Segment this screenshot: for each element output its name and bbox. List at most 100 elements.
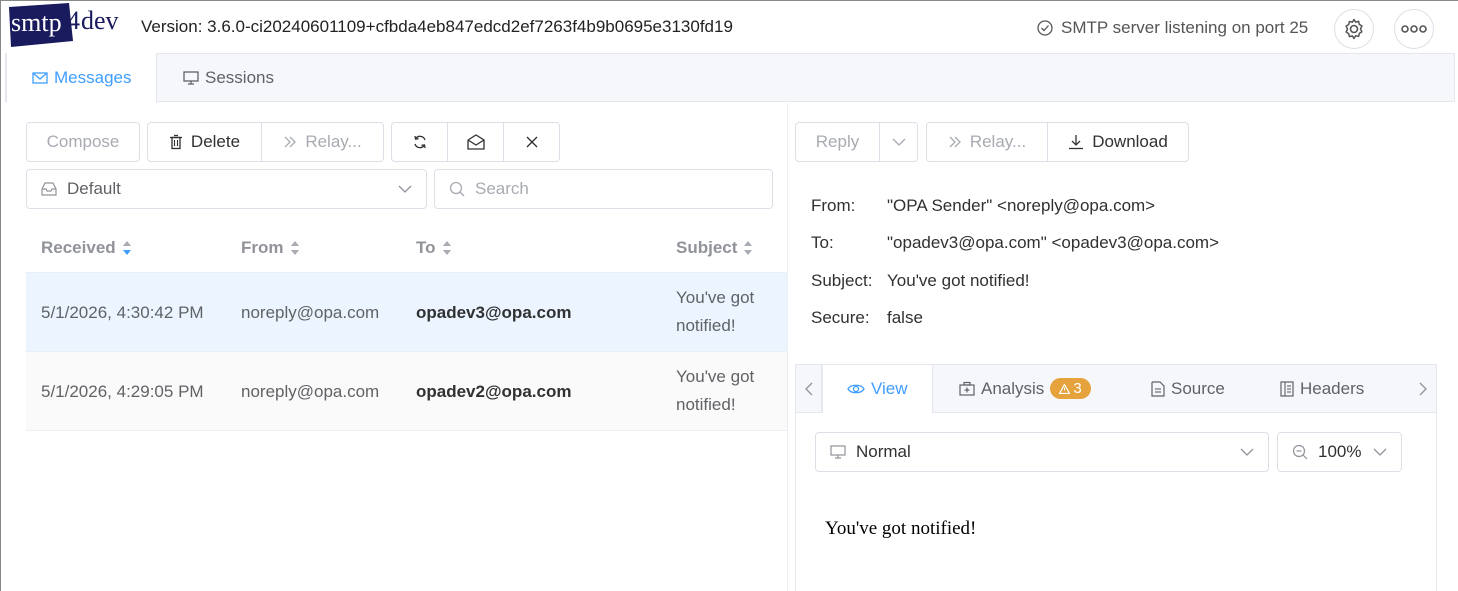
open-envelope-icon xyxy=(466,134,485,150)
column-to[interactable]: To xyxy=(416,238,452,258)
app-header: smtp 4 dev Version: 3.6.0-ci20240601109+… xyxy=(1,1,1458,53)
view-mode-select[interactable]: Normal xyxy=(815,432,1269,472)
from-value: "OPA Sender" <noreply@opa.com> xyxy=(887,196,1156,215)
trash-icon xyxy=(169,134,183,150)
tab-sessions[interactable]: Sessions xyxy=(158,53,299,102)
check-circle-icon xyxy=(1037,20,1053,36)
main-tabs: Messages Sessions xyxy=(5,53,1455,103)
view-mode-value: Normal xyxy=(856,442,911,461)
row-received: 5/1/2026, 4:30:42 PM xyxy=(41,303,204,322)
list-document-icon xyxy=(1280,380,1294,397)
table-header: Received From To Subject xyxy=(26,228,788,273)
download-icon xyxy=(1068,134,1084,150)
column-subject-label: Subject xyxy=(676,238,738,257)
download-button[interactable]: Download xyxy=(1047,122,1189,162)
subject-value: You've got notified! xyxy=(887,271,1030,290)
svg-text:dev: dev xyxy=(81,6,119,35)
from-label: From: xyxy=(811,196,856,215)
tabs-scroll-left-button[interactable] xyxy=(796,365,822,412)
server-status-text: SMTP server listening on port 25 xyxy=(1061,18,1309,37)
sort-icon xyxy=(743,240,753,256)
tab-analysis-label: Analysis xyxy=(981,378,1045,398)
row-from: noreply@opa.com xyxy=(241,382,380,401)
chevron-down-icon xyxy=(1240,448,1254,456)
column-subject[interactable]: Subject xyxy=(676,238,753,258)
relay-button[interactable]: Relay... xyxy=(261,122,384,162)
secure-value: false xyxy=(887,308,923,327)
mark-read-button[interactable] xyxy=(447,122,504,162)
column-from[interactable]: From xyxy=(241,238,300,258)
eye-icon xyxy=(847,383,865,395)
version-text: Version: 3.6.0-ci20240601109+cfbda4eb847… xyxy=(141,17,733,36)
mailbox-select[interactable]: Default xyxy=(26,169,427,209)
message-relay-label: Relay... xyxy=(969,132,1027,151)
reply-button[interactable]: Reply xyxy=(795,122,880,162)
settings-button[interactable] xyxy=(1334,9,1374,49)
compose-button[interactable]: Compose xyxy=(26,122,140,162)
tab-source-label: Source xyxy=(1171,378,1225,398)
message-relay-button[interactable]: Relay... xyxy=(926,122,1048,162)
tabs-scroll-right-button[interactable] xyxy=(1410,365,1436,412)
search-input[interactable]: Search xyxy=(434,169,773,209)
delete-label: Delete xyxy=(190,132,241,151)
download-label: Download xyxy=(1092,132,1168,151)
search-icon xyxy=(449,181,465,197)
message-detail-tabs: View Analysis 3 Source Headers xyxy=(795,364,1437,413)
table-row[interactable]: 5/1/2026, 4:29:05 PM noreply@opa.com opa… xyxy=(26,352,788,431)
envelope-icon xyxy=(32,71,48,85)
secure-label: Secure: xyxy=(811,308,870,327)
monitor-icon xyxy=(830,444,846,460)
double-chevron-right-icon xyxy=(948,136,962,148)
chevron-left-icon xyxy=(804,382,813,396)
to-label: To: xyxy=(811,233,834,252)
column-received[interactable]: Received xyxy=(41,238,132,258)
table-row[interactable]: 5/1/2026, 4:30:42 PM noreply@opa.com opa… xyxy=(26,273,788,352)
clear-button[interactable] xyxy=(503,122,560,162)
row-received: 5/1/2026, 4:29:05 PM xyxy=(41,382,204,401)
reply-options-button[interactable] xyxy=(879,122,918,162)
zoom-select[interactable]: 100% xyxy=(1277,432,1402,472)
svg-text:4: 4 xyxy=(67,6,80,35)
row-from: noreply@opa.com xyxy=(241,303,380,322)
tab-view-label: View xyxy=(871,379,908,398)
zoom-icon xyxy=(1292,444,1308,460)
tab-headers[interactable]: Headers xyxy=(1280,365,1364,412)
tab-sessions-label: Sessions xyxy=(205,67,274,87)
tab-headers-label: Headers xyxy=(1300,378,1365,398)
double-chevron-right-icon xyxy=(283,136,297,148)
row-subject: You've got notified! xyxy=(676,367,755,414)
tab-view[interactable]: View xyxy=(822,365,933,413)
compose-label: Compose xyxy=(46,132,120,151)
sort-desc-icon xyxy=(122,240,132,256)
tab-analysis[interactable]: Analysis 3 xyxy=(959,365,1091,412)
refresh-button[interactable] xyxy=(391,122,448,162)
column-from-label: From xyxy=(241,238,284,257)
chevron-down-icon xyxy=(892,138,906,146)
column-to-label: To xyxy=(416,238,436,257)
relay-label: Relay... xyxy=(305,132,362,151)
reply-label: Reply xyxy=(815,132,860,151)
message-table: Received From To Subject 5/1/2026, 4:30:… xyxy=(26,228,788,431)
search-placeholder: Search xyxy=(475,179,529,198)
delete-button[interactable]: Delete xyxy=(147,122,262,162)
document-icon xyxy=(1151,380,1165,397)
to-value: "opadev3@opa.com" <opadev3@opa.com> xyxy=(887,233,1220,252)
analysis-warning-badge: 3 xyxy=(1050,378,1091,399)
chevron-right-icon xyxy=(1419,382,1427,396)
server-status: SMTP server listening on port 25 xyxy=(1037,18,1308,38)
pane-splitter[interactable] xyxy=(787,103,788,591)
first-aid-kit-icon xyxy=(959,381,975,397)
warning-icon xyxy=(1059,383,1071,394)
tab-messages-label: Messages xyxy=(54,68,132,87)
email-body-text: You've got notified! xyxy=(825,518,977,539)
column-received-label: Received xyxy=(41,238,116,257)
analysis-badge-count: 3 xyxy=(1073,380,1082,397)
inbox-icon xyxy=(41,182,57,196)
subject-label: Subject: xyxy=(811,271,873,290)
tab-messages[interactable]: Messages xyxy=(6,53,158,103)
smtp4dev-logo[interactable]: smtp 4 dev xyxy=(7,3,127,47)
tab-source[interactable]: Source xyxy=(1151,365,1225,412)
zoom-value: 100% xyxy=(1318,442,1362,461)
more-menu-button[interactable] xyxy=(1394,9,1434,49)
more-dots-icon xyxy=(1401,25,1427,33)
